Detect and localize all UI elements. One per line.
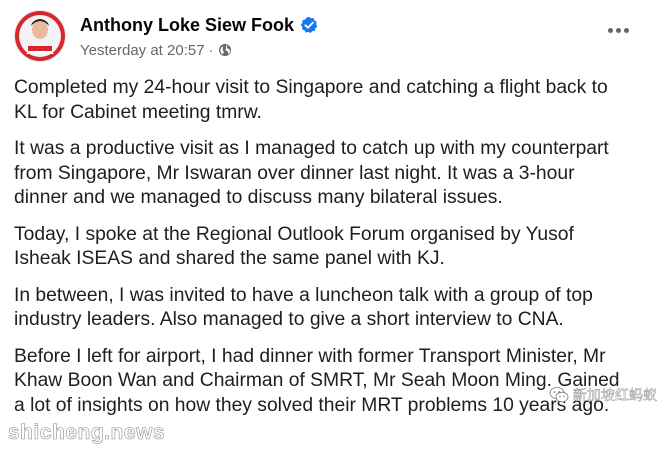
facebook-post: Anthony Loke Siew Fook Yesterday at 20:5…: [0, 0, 667, 450]
post-paragraph: In between, I was invited to have a lunc…: [14, 284, 654, 333]
post-paragraph: It was a productive visit as I managed t…: [14, 137, 654, 211]
author-row: Anthony Loke Siew Fook: [80, 13, 318, 37]
more-options-dot: [615, 27, 621, 33]
post-text-line: dinner and we managed to discuss many bi…: [14, 187, 503, 208]
author-block: Anthony Loke Siew Fook Yesterday at 20:5…: [80, 13, 318, 61]
post-text-line: Today, I spoke at the Regional Outlook F…: [14, 223, 574, 245]
post-text-line: Isheak ISEAS and shared the same panel w…: [14, 248, 445, 269]
more-options-dot: [623, 27, 629, 33]
profile-avatar[interactable]: [14, 10, 66, 62]
post-body: Completed my 24-hour visit to Singapore …: [14, 76, 654, 430]
more-options-dot: [607, 27, 613, 33]
post-paragraph: Completed my 24-hour visit to Singapore …: [14, 76, 654, 125]
globe-icon[interactable]: [218, 43, 232, 57]
post-text-line: industry leaders. Also managed to give a…: [14, 309, 564, 330]
post-text-line: Completed my 24-hour visit to Singapore …: [14, 77, 608, 98]
post-text-line: from Singapore, Mr Iswaran over dinner l…: [14, 162, 575, 184]
watermark-site: shicheng.news: [8, 421, 166, 445]
post-text-line: Before I left for airport, I had dinner …: [14, 345, 606, 367]
post-header: Anthony Loke Siew Fook Yesterday at 20:5…: [14, 10, 654, 62]
meta-separator: ·: [208, 41, 214, 59]
more-options-button[interactable]: [604, 20, 632, 40]
post-paragraph: Before I left for airport, I had dinner …: [14, 345, 654, 419]
watermark-right-text: 新加坡红蚂蚁: [573, 387, 657, 403]
author-name[interactable]: Anthony Loke Siew Fook: [80, 15, 294, 36]
post-text-line: In between, I was invited to have a lunc…: [14, 284, 593, 306]
avatar-image: [15, 11, 65, 61]
watermark-wechat: 新加坡红蚂蚁: [549, 385, 657, 405]
post-paragraph: Today, I spoke at the Regional Outlook F…: [14, 223, 654, 272]
post-timestamp[interactable]: Yesterday at 20:57: [80, 42, 205, 59]
post-text-line: KL for Cabinet meeting tmrw.: [14, 101, 262, 123]
post-meta: Yesterday at 20:57 ·: [80, 39, 318, 61]
wechat-icon: [549, 386, 569, 404]
verified-badge-icon: [300, 16, 318, 34]
post-text-line: It was a productive visit as I managed t…: [14, 138, 609, 159]
